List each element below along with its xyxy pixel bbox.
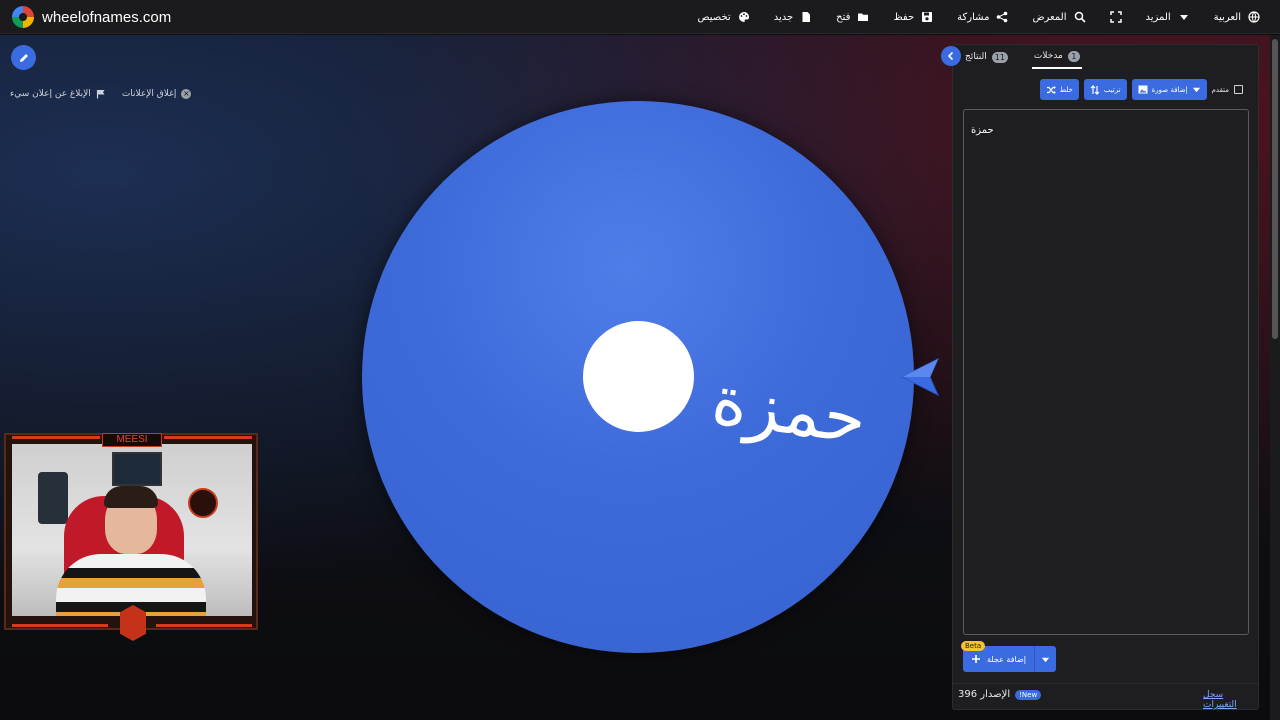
menu-new-label: جديد xyxy=(773,11,794,23)
tab-entries[interactable]: 1 مدخلات xyxy=(1031,45,1082,69)
menu-new[interactable]: جديد xyxy=(774,11,812,23)
caret-down-icon xyxy=(1192,87,1200,93)
menu-save[interactable]: حفظ xyxy=(893,11,933,23)
beta-badge: Beta xyxy=(961,641,986,651)
share-icon xyxy=(997,11,1008,23)
close-ads-label: إغلاق الإعلانات xyxy=(121,89,177,99)
wheel-logo-icon xyxy=(12,6,34,28)
globe-icon xyxy=(1248,11,1260,23)
pencil-icon xyxy=(19,53,28,62)
add-image-button[interactable]: إضافة صورة xyxy=(1131,79,1207,100)
webcam-frame-bar xyxy=(156,624,252,627)
sort-button[interactable]: ترتيب xyxy=(1083,79,1127,100)
add-wheel-button-group: إضافة عجلة Beta xyxy=(961,641,1056,672)
file-icon xyxy=(802,12,811,22)
tab-results[interactable]: 11 النتائج xyxy=(963,45,1010,69)
menu-customize[interactable]: تخصيص xyxy=(698,11,750,23)
caret-down-icon xyxy=(1179,15,1188,20)
wheel-segment-label: حمزة xyxy=(707,360,872,461)
version-label: الإصدار 396 xyxy=(958,689,1011,700)
menu-share[interactable]: مشاركة xyxy=(957,11,1008,23)
page-scrollbar[interactable] xyxy=(1270,35,1280,720)
brand[interactable]: wheelofnames.com xyxy=(12,6,171,28)
add-wheel-label: إضافة عجلة xyxy=(987,654,1026,664)
plus-icon xyxy=(972,655,980,663)
advanced-label: متقدم xyxy=(1211,85,1229,94)
entries-text: حمزة xyxy=(971,125,994,136)
menu-more-label: المزيد xyxy=(1145,11,1171,23)
webcam-frame-bar xyxy=(12,436,100,439)
wheel-pointer-icon xyxy=(900,357,940,397)
search-icon xyxy=(1074,11,1086,23)
folder-icon xyxy=(858,13,869,21)
chevron-left-icon xyxy=(947,51,954,61)
wheel[interactable]: حمزة xyxy=(362,101,914,653)
webcam-video xyxy=(12,444,252,616)
wall-poster xyxy=(112,452,162,486)
menu-gallery-label: المعرض xyxy=(1032,11,1067,23)
tab-entries-label: مدخلات xyxy=(1033,51,1063,61)
entries-panel: 1 مدخلات 11 النتائج متقدم إضافة صورة ترت… xyxy=(952,44,1259,710)
add-wheel-dropdown[interactable] xyxy=(1033,646,1056,672)
advanced-toggle[interactable]: متقدم xyxy=(1212,85,1243,94)
menu-save-label: حفظ xyxy=(893,11,915,23)
image-icon xyxy=(1138,85,1148,94)
edit-button[interactable] xyxy=(11,45,36,70)
panel-footer: New! الإصدار 396 سجل التغييرات xyxy=(953,683,1258,710)
new-badge[interactable]: New! xyxy=(1015,689,1042,700)
shuffle-label: خلط xyxy=(1059,85,1073,94)
menu-more[interactable]: المزيد xyxy=(1146,11,1190,23)
save-icon xyxy=(922,12,933,22)
shuffle-button[interactable]: خلط xyxy=(1039,79,1079,100)
webcam-frame-bar xyxy=(164,436,252,439)
advanced-checkbox[interactable] xyxy=(1234,85,1243,94)
menu-share-label: مشاركة xyxy=(957,11,990,23)
report-ad-link[interactable]: الإبلاغ عن إعلان سيء xyxy=(10,89,106,99)
close-ads-link[interactable]: × إغلاق الإعلانات xyxy=(122,89,192,99)
menu-language-label: العربية xyxy=(1213,11,1241,23)
collapse-panel-button[interactable] xyxy=(941,46,961,66)
version-info: New! الإصدار 396 xyxy=(958,689,1042,700)
report-ad-label: الإبلاغ عن إعلان سيء xyxy=(10,89,91,99)
streamer-hair xyxy=(104,486,158,508)
ad-links: × إغلاق الإعلانات الإبلاغ عن إعلان سيء xyxy=(10,89,192,99)
close-icon: × xyxy=(181,89,192,99)
flag-icon xyxy=(96,90,105,99)
changelog-link[interactable]: سجل التغييرات xyxy=(1203,690,1258,710)
menu-fullscreen[interactable] xyxy=(1109,11,1122,23)
menu-open-label: فتح xyxy=(836,11,851,23)
wall-figure xyxy=(38,472,68,524)
tab-results-label: النتائج xyxy=(965,52,987,62)
entries-textarea[interactable]: حمزة xyxy=(963,109,1249,635)
entries-count-badge: 1 xyxy=(1067,50,1080,62)
brand-name: wheelofnames.com xyxy=(42,8,172,26)
menu-gallery[interactable]: المعرض xyxy=(1032,11,1086,23)
wall-logo xyxy=(188,488,218,518)
palette-icon xyxy=(738,11,749,22)
top-bar: wheelofnames.com العربية المزيد المعرض م… xyxy=(0,0,1280,34)
panel-tabs: 1 مدخلات 11 النتائج xyxy=(963,45,1082,69)
scrollbar-thumb[interactable] xyxy=(1272,39,1278,339)
caret-down-icon xyxy=(1041,657,1050,662)
wheel-hub[interactable] xyxy=(583,321,694,432)
results-count-badge: 11 xyxy=(991,51,1008,63)
channel-logo xyxy=(120,605,146,641)
menu-customize-label: تخصيص xyxy=(697,11,731,23)
webcam-overlay: MEESI xyxy=(4,433,258,641)
sort-label: ترتيب xyxy=(1103,85,1121,94)
webcam-title: MEESI xyxy=(102,433,162,447)
fullscreen-icon xyxy=(1109,11,1122,23)
entries-toolbar: متقدم إضافة صورة ترتيب خلط xyxy=(963,79,1251,100)
top-menu: العربية المزيد المعرض مشاركة حفظ فتح جدي… xyxy=(698,0,1260,34)
sort-icon xyxy=(1090,84,1100,95)
menu-language[interactable]: العربية xyxy=(1214,11,1260,23)
add-image-label: إضافة صورة xyxy=(1151,85,1188,94)
webcam-frame-bar xyxy=(12,624,108,627)
shuffle-icon xyxy=(1046,85,1056,94)
menu-open[interactable]: فتح xyxy=(836,11,869,23)
